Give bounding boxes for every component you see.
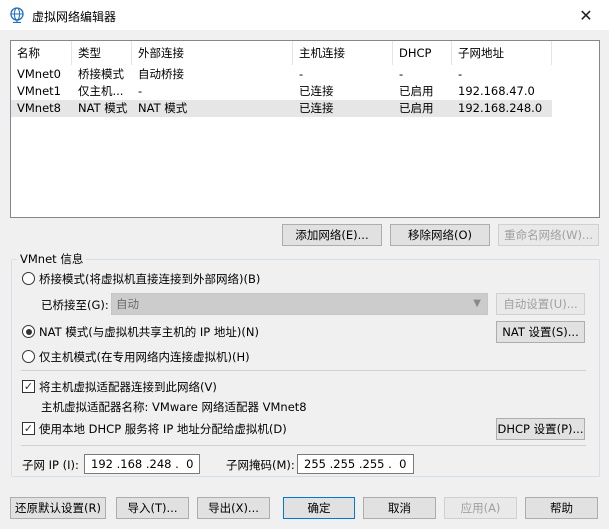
rename-network-button[interactable]: 重命名网络(W)... (498, 224, 599, 246)
restore-defaults-button[interactable]: 还原默认设置(R) (10, 497, 106, 519)
cell-host: 已连接 (299, 84, 334, 98)
subnet-mask-input[interactable]: 255 .255 .255 . 0 (297, 454, 414, 474)
column-header-host[interactable]: 主机连接 (293, 41, 393, 65)
table-row[interactable]: VMnet0 桥接模式 自动桥接 - - - (11, 66, 552, 83)
chevron-down-icon: ▼ (473, 298, 481, 309)
bridged-mode-radio[interactable] (22, 272, 35, 285)
cell-dhcp: 已启用 (399, 101, 434, 115)
cell-dhcp: - (399, 67, 404, 81)
column-header-type[interactable]: 类型 (72, 41, 132, 65)
dhcp-label[interactable]: 使用本地 DHCP 服务将 IP 地址分配给虚拟机(D) (39, 421, 287, 437)
cell-type: 桥接模式 (78, 67, 124, 81)
add-network-button[interactable]: 添加网络(E)... (282, 224, 382, 246)
connect-adapter-label[interactable]: 将主机虚拟适配器连接到此网络(V) (39, 379, 217, 395)
table-row-selected[interactable]: VMnet8 NAT 模式 NAT 模式 已连接 已启用 192.168.248… (11, 100, 552, 117)
separator (21, 445, 586, 446)
bridged-mode-label[interactable]: 桥接模式(将虚拟机直接连接到外部网络)(B) (39, 271, 260, 287)
host-only-mode-radio[interactable] (22, 350, 35, 363)
cell-type: 仅主机... (78, 84, 124, 98)
bridged-to-value: 自动 (116, 297, 139, 311)
cell-subnet: 192.168.47.0 (458, 84, 535, 98)
column-header-name[interactable]: 名称 (11, 41, 72, 65)
help-button[interactable]: 帮助 (525, 497, 598, 519)
close-button[interactable]: ✕ (563, 0, 609, 30)
cell-name: VMnet1 (17, 84, 61, 98)
cell-subnet: 192.168.248.0 (458, 101, 543, 115)
connect-adapter-checkbox[interactable]: ✓ (22, 380, 35, 393)
export-button[interactable]: 导出(X)... (197, 497, 270, 519)
dhcp-checkbox[interactable]: ✓ (22, 422, 35, 435)
column-header-external[interactable]: 外部连接 (132, 41, 293, 65)
subnet-mask-label: 子网掩码(M): (226, 458, 295, 472)
nat-mode-radio[interactable] (22, 325, 35, 338)
host-only-mode-label[interactable]: 仅主机模式(在专用网络内连接虚拟机)(H) (39, 349, 250, 365)
bridged-to-label: 已桥接至(G): (41, 298, 109, 312)
nat-mode-label[interactable]: NAT 模式(与虚拟机共享主机的 IP 地址)(N) (39, 324, 259, 340)
adapter-name-text: 主机虚拟适配器名称: VMware 网络适配器 VMnet8 (41, 400, 307, 414)
network-list[interactable]: 名称 类型 外部连接 主机连接 DHCP 子网地址 VMnet0 桥接模式 自动… (10, 40, 600, 218)
title-bar: 虚拟网络编辑器 ✕ (0, 0, 609, 30)
auto-settings-button[interactable]: 自动设置(U)... (496, 293, 585, 315)
cell-external: 自动桥接 (138, 67, 184, 81)
cell-type: NAT 模式 (78, 101, 128, 115)
cell-host: - (299, 67, 304, 81)
cell-name: VMnet0 (17, 67, 61, 81)
cell-host: 已连接 (299, 101, 334, 115)
remove-network-button[interactable]: 移除网络(O) (390, 224, 490, 246)
cell-name: VMnet8 (17, 101, 61, 115)
column-header-dhcp[interactable]: DHCP (393, 41, 452, 65)
ok-button[interactable]: 确定 (283, 497, 355, 519)
cell-subnet: - (458, 67, 463, 81)
cell-external: NAT 模式 (138, 101, 188, 115)
separator (21, 370, 586, 371)
apply-button[interactable]: 应用(A) (444, 497, 517, 519)
globe-network-icon (10, 7, 24, 23)
list-header: 名称 类型 外部连接 主机连接 DHCP 子网地址 (11, 41, 599, 65)
dhcp-settings-button[interactable]: DHCP 设置(P)... (496, 418, 585, 440)
table-row[interactable]: VMnet1 仅主机... - 已连接 已启用 192.168.47.0 (11, 83, 552, 100)
bridged-to-select[interactable]: 自动 ▼ (111, 293, 488, 315)
column-header-subnet[interactable]: 子网地址 (452, 41, 552, 65)
import-button[interactable]: 导入(T)... (116, 497, 189, 519)
subnet-ip-label: 子网 IP (I): (22, 458, 79, 472)
cell-external: - (138, 84, 143, 98)
close-icon: ✕ (579, 5, 593, 25)
subnet-ip-input[interactable]: 192 .168 .248 . 0 (84, 454, 200, 474)
vmnet-info-label: VMnet 信息 (17, 251, 87, 267)
cancel-button[interactable]: 取消 (363, 497, 436, 519)
nat-settings-button[interactable]: NAT 设置(S)... (496, 321, 585, 343)
window-title: 虚拟网络编辑器 (32, 10, 117, 24)
cell-dhcp: 已启用 (399, 84, 434, 98)
